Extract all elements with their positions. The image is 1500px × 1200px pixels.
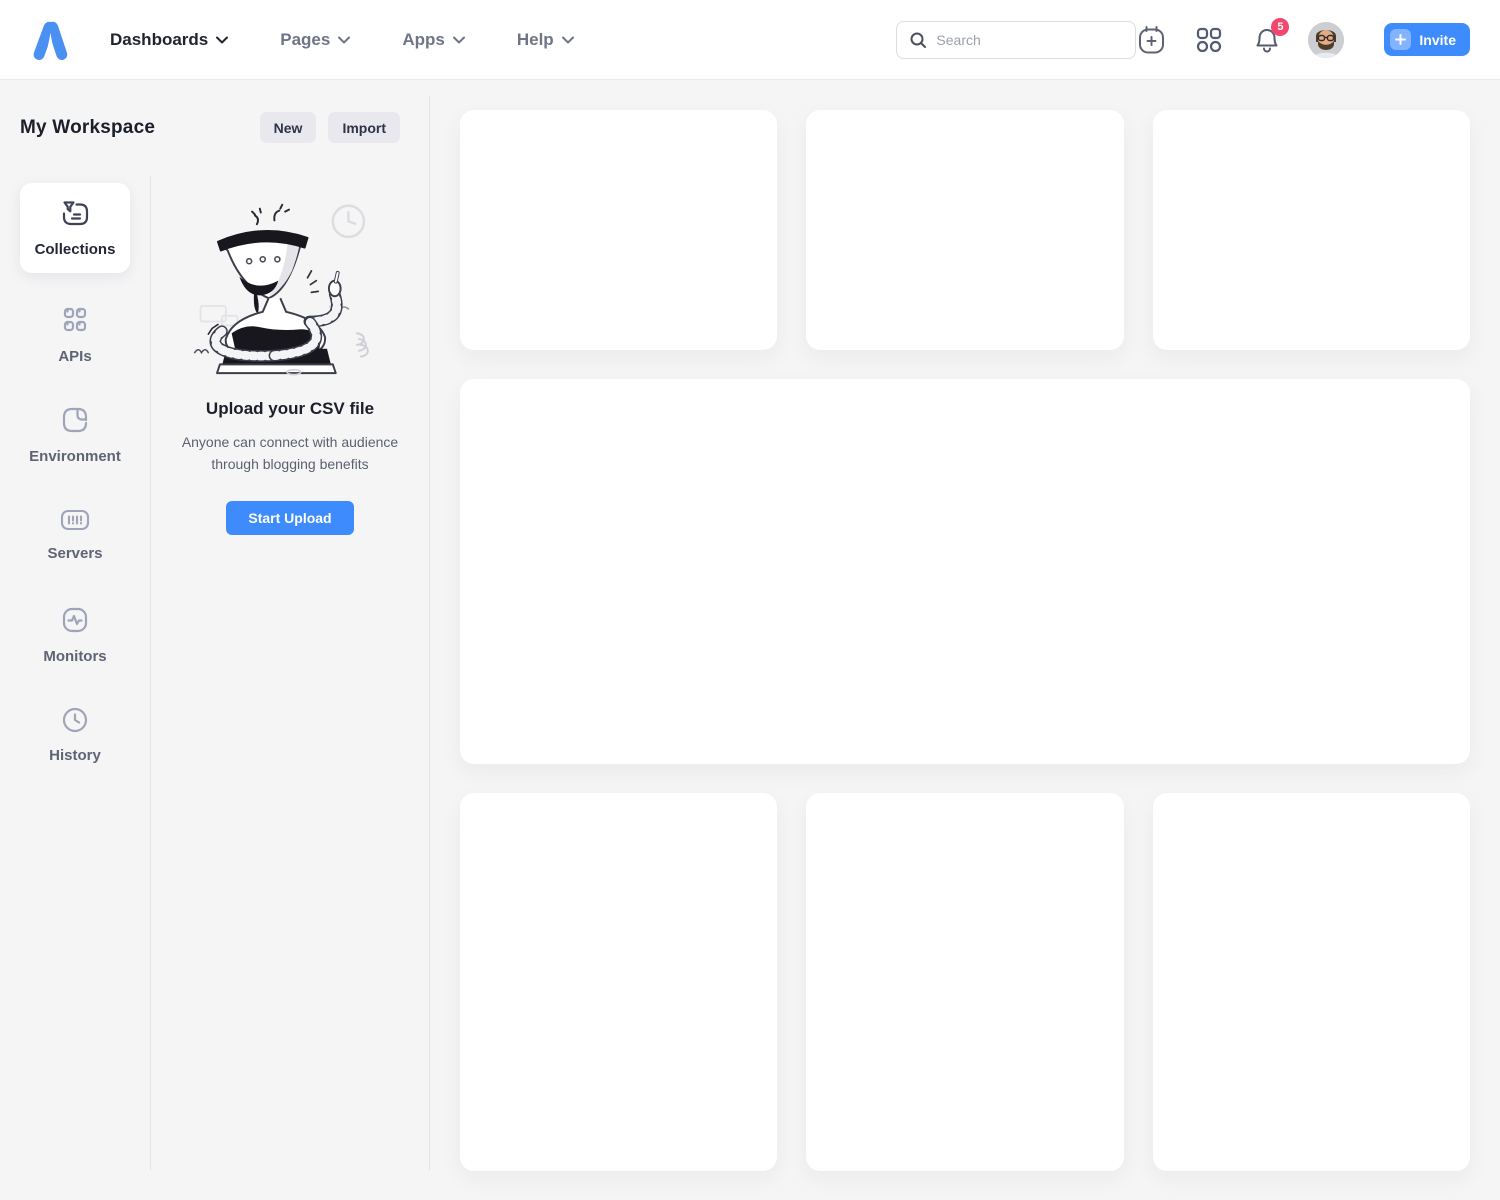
panel-divider <box>429 96 430 1170</box>
search-icon <box>909 31 927 49</box>
main-nav: Dashboards Pages Apps Help <box>110 30 574 50</box>
nav-help[interactable]: Help <box>517 30 574 50</box>
invite-button-label: Invite <box>1419 32 1456 48</box>
workspace-actions: New Import <box>260 112 400 143</box>
sidebar-item-label: History <box>49 747 101 764</box>
chevron-down-icon <box>453 36 465 44</box>
add-new-icon <box>1138 26 1165 54</box>
collections-icon <box>60 199 90 228</box>
search-box[interactable] <box>896 21 1136 59</box>
search-input[interactable] <box>936 32 1123 48</box>
nav-apps-label: Apps <box>402 30 445 50</box>
page-body: My Workspace New Import Collections <box>0 80 1500 1200</box>
plus-icon <box>1390 29 1411 50</box>
notifications-button[interactable]: 5 <box>1252 25 1282 55</box>
upload-panel-title: Upload your CSV file <box>206 399 374 419</box>
import-button[interactable]: Import <box>328 112 400 143</box>
dashboard-card <box>1153 793 1470 1171</box>
environment-icon <box>60 405 90 435</box>
chevron-down-icon <box>216 36 228 44</box>
invite-button[interactable]: Invite <box>1384 23 1470 56</box>
start-upload-button[interactable]: Start Upload <box>226 501 353 535</box>
nav-help-label: Help <box>517 30 554 50</box>
servers-icon <box>59 508 91 532</box>
sidebar-item-collections[interactable]: Collections <box>20 183 130 273</box>
dashboard-grid <box>430 80 1500 1200</box>
dashboard-card-wide <box>460 379 1470 764</box>
sidebar-item-label: Environment <box>29 448 121 465</box>
dashboard-card <box>806 110 1123 350</box>
apps-grid-icon <box>1196 27 1222 53</box>
sidebar-item-monitors[interactable]: Monitors <box>20 597 130 673</box>
dashboard-card <box>806 793 1123 1171</box>
sidebar-item-label: Servers <box>47 545 102 562</box>
nav-apps[interactable]: Apps <box>402 30 465 50</box>
sidebar-item-apis[interactable]: APIs <box>20 297 130 373</box>
nav-pages[interactable]: Pages <box>280 30 350 50</box>
user-avatar[interactable] <box>1308 22 1344 58</box>
chevron-down-icon <box>562 36 574 44</box>
header-right-group: 5 Invite <box>896 21 1470 59</box>
sidebar-item-label: APIs <box>58 348 91 365</box>
sidebar-item-history[interactable]: History <box>20 697 130 773</box>
notification-count-badge: 5 <box>1271 18 1289 36</box>
dashboard-card <box>460 793 777 1171</box>
top-header: Dashboards Pages Apps Help <box>0 0 1500 80</box>
new-button[interactable]: New <box>260 112 317 143</box>
monitors-icon <box>60 605 90 635</box>
dashboard-card <box>460 110 777 350</box>
avatar-image <box>1308 22 1344 58</box>
nav-pages-label: Pages <box>280 30 330 50</box>
apps-grid-button[interactable] <box>1194 25 1224 55</box>
chevron-down-icon <box>338 36 350 44</box>
sidebar-item-servers[interactable]: Servers <box>20 497 130 573</box>
workspace-sidebar: My Workspace New Import Collections <box>0 80 430 1200</box>
upload-panel-description: Anyone can connect with audience through… <box>177 431 403 475</box>
upload-csv-panel: Upload your CSV file Anyone can connect … <box>150 183 430 797</box>
dashboard-card <box>1153 110 1470 350</box>
apis-icon <box>60 306 90 335</box>
app-logo-icon[interactable] <box>30 19 70 61</box>
sidebar-item-label: Monitors <box>43 648 106 665</box>
workspace-title: My Workspace <box>20 117 155 139</box>
nav-dashboards[interactable]: Dashboards <box>110 30 228 50</box>
sidebar-body: Collections APIs Env <box>0 183 430 797</box>
sidebar-rail: Collections APIs Env <box>0 183 150 797</box>
hourglass-illustration <box>192 197 388 377</box>
sidebar-item-label: Collections <box>35 241 116 258</box>
sidebar-item-environment[interactable]: Environment <box>20 397 130 473</box>
create-new-button[interactable] <box>1136 25 1166 55</box>
workspace-header: My Workspace New Import <box>0 80 430 143</box>
rail-divider <box>150 176 151 1170</box>
history-icon <box>61 706 89 734</box>
nav-dashboards-label: Dashboards <box>110 30 208 50</box>
